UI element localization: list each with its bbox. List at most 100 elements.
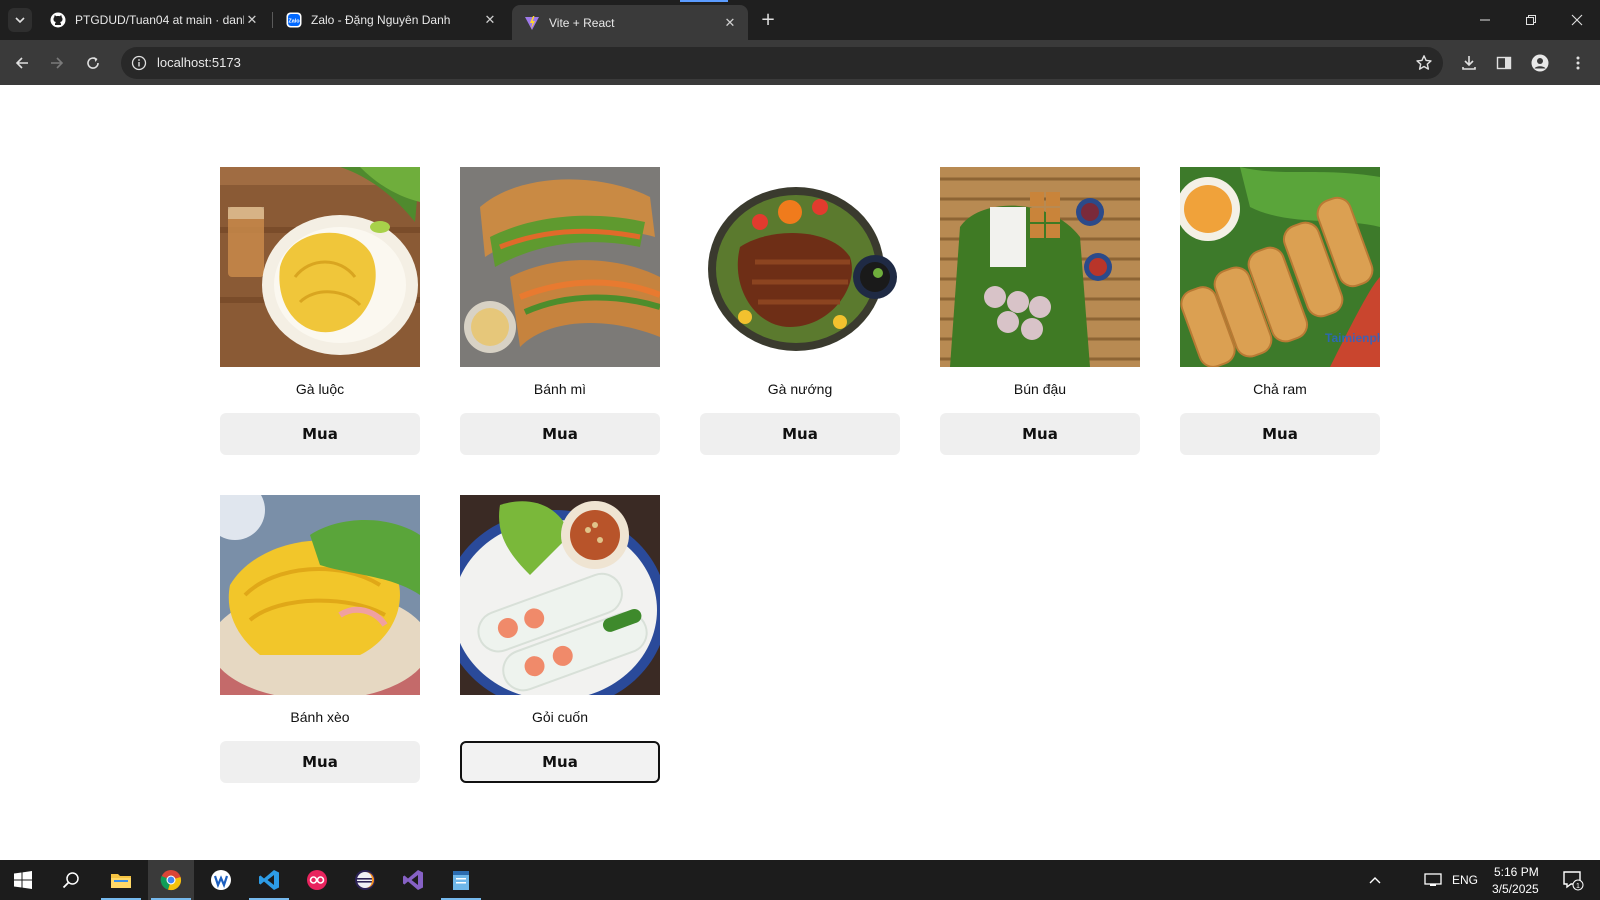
network-icon bbox=[1424, 873, 1442, 886]
browser-tab-strip: PTGDUD/Tuan04 at main · danh ✕ Zalo Zalo… bbox=[0, 0, 1600, 40]
product-name: Bánh xèo bbox=[290, 709, 350, 725]
restore-button[interactable] bbox=[1508, 0, 1554, 40]
arrow-left-icon bbox=[15, 57, 28, 69]
windows-taskbar: ENG 5:16 PM 3/5/2025 1 bbox=[0, 860, 1600, 900]
close-tab-icon[interactable]: ✕ bbox=[244, 12, 260, 28]
chevron-down-icon bbox=[15, 17, 25, 24]
back-button[interactable] bbox=[9, 50, 35, 76]
buy-button[interactable]: Mua bbox=[1180, 413, 1380, 455]
search-icon bbox=[62, 872, 79, 889]
side-panel-icon bbox=[1496, 56, 1512, 70]
close-tab-icon[interactable]: ✕ bbox=[482, 12, 498, 28]
taskbar-notepad[interactable] bbox=[438, 860, 484, 900]
language-indicator[interactable]: ENG bbox=[1452, 873, 1478, 887]
product-image-boiled-chicken bbox=[220, 167, 420, 367]
tab-title: Vite + React bbox=[549, 15, 615, 30]
clock-time[interactable]: 5:16 PM bbox=[1494, 865, 1539, 879]
app-icon bbox=[211, 870, 231, 890]
url-text[interactable]: localhost:5173 bbox=[157, 55, 241, 70]
menu-button[interactable] bbox=[1565, 50, 1591, 76]
product-card: Taimienphi.vn Chả ram Mua bbox=[1180, 167, 1380, 455]
network-button[interactable] bbox=[1420, 860, 1446, 900]
vite-icon bbox=[524, 15, 540, 31]
profile-icon bbox=[1531, 54, 1549, 72]
product-image-goi-cuon bbox=[460, 495, 660, 695]
taskbar-vscode[interactable] bbox=[246, 860, 292, 900]
buy-button[interactable]: Mua bbox=[940, 413, 1140, 455]
reload-icon bbox=[87, 57, 99, 69]
eclipse-icon bbox=[355, 870, 375, 890]
tab-zalo[interactable]: Zalo Zalo - Đặng Nguyên Danh ✕ bbox=[274, 0, 508, 40]
tab-title: Zalo - Đặng Nguyên Danh bbox=[311, 13, 451, 27]
tab-github[interactable]: PTGDUD/Tuan04 at main · danh ✕ bbox=[38, 0, 270, 40]
info-icon[interactable] bbox=[131, 55, 147, 71]
download-icon bbox=[1462, 56, 1476, 70]
start-button[interactable] bbox=[0, 860, 46, 900]
tab-separator bbox=[272, 12, 273, 28]
taskbar-chrome[interactable] bbox=[148, 860, 194, 900]
show-hidden-icons-button[interactable] bbox=[1362, 860, 1388, 900]
taskbar-search-button[interactable] bbox=[48, 860, 94, 900]
product-image-banh-mi bbox=[460, 167, 660, 367]
notepad-icon bbox=[453, 871, 469, 890]
minimize-button[interactable] bbox=[1462, 0, 1508, 40]
notification-count: 1 bbox=[1576, 883, 1580, 890]
taskbar-file-explorer[interactable] bbox=[98, 860, 144, 900]
taskbar-app[interactable] bbox=[198, 860, 244, 900]
new-tab-button[interactable]: + bbox=[758, 10, 778, 30]
page-viewport: Gà luộc Mua Bánh mì Mua Gà nướng Mua Bún… bbox=[0, 85, 1600, 860]
notification-icon: 1 bbox=[1563, 871, 1584, 891]
chevron-up-icon bbox=[1369, 877, 1381, 884]
product-name: Gỏi cuốn bbox=[531, 709, 589, 725]
close-window-button[interactable] bbox=[1554, 0, 1600, 40]
product-image-bun-dau bbox=[940, 167, 1140, 367]
product-image-banh-xeo bbox=[220, 495, 420, 695]
notification-center-button[interactable]: 1 bbox=[1550, 860, 1596, 900]
more-vert-icon bbox=[1576, 56, 1580, 70]
buy-button[interactable]: Mua bbox=[460, 741, 660, 783]
product-name: Gà luộc bbox=[295, 381, 345, 397]
taskbar-eclipse[interactable] bbox=[342, 860, 388, 900]
taskbar-app[interactable] bbox=[294, 860, 340, 900]
taskbar-visual-studio[interactable] bbox=[390, 860, 436, 900]
product-card: Gà luộc Mua bbox=[220, 167, 420, 455]
visual-studio-icon bbox=[403, 870, 423, 890]
product-name: Chả ram bbox=[1253, 381, 1307, 397]
buy-button[interactable]: Mua bbox=[460, 413, 660, 455]
buy-button[interactable]: Mua bbox=[220, 413, 420, 455]
clock-date[interactable]: 3/5/2025 bbox=[1492, 882, 1539, 896]
product-card: Bánh xèo Mua bbox=[220, 495, 420, 783]
product-card: Bánh mì Mua bbox=[460, 167, 660, 455]
arrow-right-icon bbox=[51, 57, 64, 69]
tab-vite-react[interactable]: Vite + React ✕ bbox=[512, 5, 748, 40]
bookmark-star-icon[interactable] bbox=[1415, 54, 1433, 72]
product-image-cha-ram: Taimienphi.vn bbox=[1180, 167, 1380, 367]
product-card: Gà nướng Mua bbox=[700, 167, 900, 455]
buy-button[interactable]: Mua bbox=[220, 741, 420, 783]
product-grid: Gà luộc Mua Bánh mì Mua Gà nướng Mua Bún… bbox=[220, 167, 1380, 783]
tab-group-indicator bbox=[680, 0, 728, 2]
reload-button[interactable] bbox=[80, 50, 106, 76]
product-card: Gỏi cuốn Mua bbox=[460, 495, 660, 783]
vscode-icon bbox=[259, 870, 279, 890]
close-icon bbox=[1571, 14, 1583, 26]
product-name: Bánh mì bbox=[533, 381, 587, 397]
side-panel-button[interactable] bbox=[1491, 50, 1517, 76]
windows-start-icon bbox=[14, 871, 32, 889]
svg-text:Zalo: Zalo bbox=[288, 19, 300, 25]
minimize-icon bbox=[1480, 19, 1490, 21]
file-explorer-icon bbox=[111, 874, 131, 888]
app-icon bbox=[307, 870, 327, 890]
product-image-grilled-chicken bbox=[700, 167, 900, 367]
address-bar[interactable]: localhost:5173 bbox=[121, 47, 1443, 79]
downloads-button[interactable] bbox=[1456, 50, 1482, 76]
tab-search-button[interactable] bbox=[8, 8, 32, 32]
restore-icon bbox=[1526, 15, 1536, 25]
forward-button[interactable] bbox=[44, 50, 70, 76]
profile-button[interactable] bbox=[1527, 50, 1553, 76]
chrome-icon bbox=[160, 870, 181, 891]
close-tab-icon[interactable]: ✕ bbox=[722, 15, 738, 31]
buy-button[interactable]: Mua bbox=[700, 413, 900, 455]
github-icon bbox=[50, 12, 66, 28]
product-name: Gà nướng bbox=[767, 381, 833, 397]
